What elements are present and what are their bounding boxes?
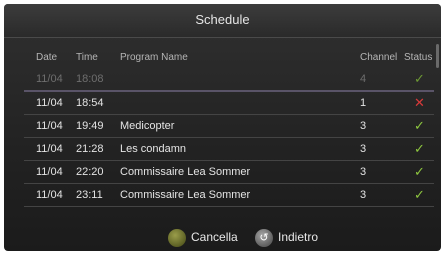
row-program: Commissaire Lea Sommer: [120, 189, 251, 201]
header-time: Time: [76, 52, 98, 63]
table-row[interactable]: 11/04 19:49 Medicopter 3 ✓: [24, 115, 434, 138]
row-channel: 3: [360, 189, 367, 201]
table-row[interactable]: 11/04 18:54 1 ✕: [24, 92, 434, 115]
row-time: 21:28: [76, 143, 104, 155]
check-icon: ✓: [414, 187, 425, 202]
row-channel: 3: [360, 166, 367, 178]
cross-icon: ✕: [414, 95, 425, 110]
page-title: Schedule: [4, 4, 441, 38]
row-time: 19:49: [76, 120, 104, 132]
row-time: 22:20: [76, 166, 104, 178]
green-button-icon[interactable]: [168, 229, 186, 247]
row-channel: 1: [360, 97, 367, 109]
table-row[interactable]: 11/04 22:20 Commissaire Lea Sommer 3 ✓: [24, 161, 434, 184]
back-icon[interactable]: ↺: [255, 229, 273, 247]
row-channel: 4: [360, 73, 367, 85]
footer-bar: Cancella ↺ Indietro: [4, 226, 441, 251]
check-icon: ✓: [414, 71, 425, 86]
row-time: 18:54: [76, 97, 104, 109]
row-time: 18:08: [76, 73, 104, 85]
row-date: 11/04: [36, 143, 63, 155]
check-icon: ✓: [414, 164, 425, 179]
row-date: 11/04: [36, 97, 63, 109]
schedule-screen: Schedule Date Time Program Name Channel …: [4, 4, 441, 251]
row-program: Medicopter: [120, 120, 175, 132]
check-icon: ✓: [414, 118, 425, 133]
row-date: 11/04: [36, 189, 63, 201]
table-row[interactable]: 11/04 23:11 Commissaire Lea Sommer 3 ✓: [24, 184, 434, 207]
check-icon: ✓: [414, 141, 425, 156]
row-date: 11/04: [36, 120, 63, 132]
row-time: 23:11: [76, 189, 103, 201]
header-program: Program Name: [120, 52, 188, 63]
row-date: 11/04: [36, 73, 63, 85]
header-date: Date: [36, 52, 58, 63]
table-row[interactable]: 11/04 21:28 Les condamn 3 ✓: [24, 138, 434, 161]
cancel-button-label[interactable]: Cancella: [191, 230, 238, 244]
table-row[interactable]: 11/04 18:08 4 ✓: [24, 68, 434, 92]
header-status: Status: [404, 52, 433, 63]
row-date: 11/04: [36, 166, 63, 178]
back-button-label[interactable]: Indietro: [278, 230, 318, 244]
row-program: Les condamn: [120, 143, 187, 155]
row-channel: 3: [360, 143, 367, 155]
row-program: Commissaire Lea Sommer: [120, 166, 251, 178]
header-channel: Channel: [360, 52, 398, 63]
row-channel: 3: [360, 120, 367, 132]
